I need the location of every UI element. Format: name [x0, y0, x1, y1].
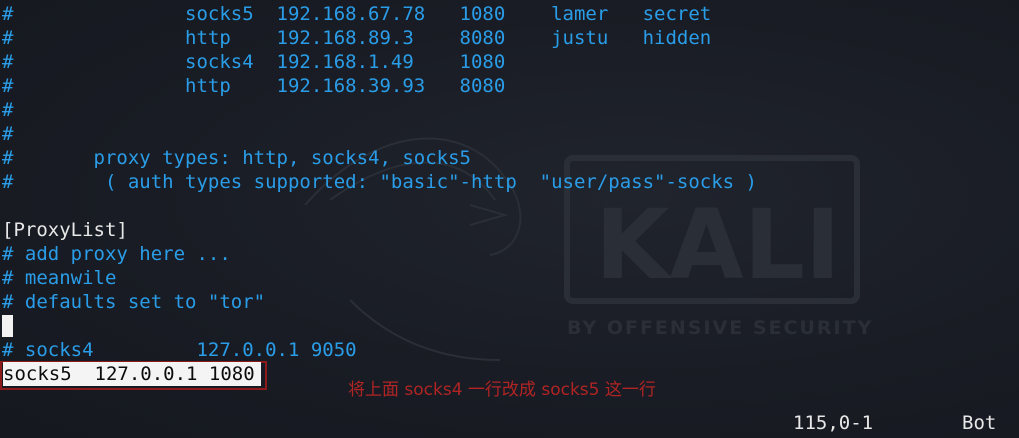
status-cursor-position: 115,0-1 — [793, 412, 874, 434]
config-line: # — [2, 99, 14, 121]
config-line: # http 192.168.89.3 8080 justu hidden — [2, 27, 712, 49]
config-line: # meanwile — [2, 267, 117, 289]
kali-logo-text: KALI — [595, 189, 841, 301]
text-cursor — [2, 315, 13, 337]
annotation-note: 将上面 socks4 一行改成 socks5 这一行 — [348, 380, 656, 400]
config-line: # socks4 192.168.1.49 1080 — [2, 51, 506, 73]
commented-socks4-line: # socks4 127.0.0.1 9050 — [2, 339, 357, 361]
kali-tagline: BY OFFENSIVE SECURITY — [567, 317, 873, 339]
terminal-window[interactable]: KALI BY OFFENSIVE SECURITY # socks5 192.… — [0, 0, 1019, 438]
socks5-proxy-line[interactable]: socks5 127.0.0.1 1080 — [3, 362, 261, 386]
config-line: # socks5 192.168.67.78 1080 lamer secret — [2, 3, 712, 25]
config-line: # ( auth types supported: "basic"-http "… — [2, 171, 757, 193]
config-line: # proxy types: http, socks4, socks5 — [2, 147, 471, 169]
status-scroll-indicator: Bot — [962, 412, 997, 434]
config-line: # http 192.168.39.93 8080 — [2, 75, 506, 97]
proxylist-section-header: [ProxyList] — [2, 219, 128, 241]
config-line: # — [2, 123, 14, 145]
config-line: # add proxy here ... — [2, 243, 231, 265]
config-line: # defaults set to "tor" — [2, 291, 266, 313]
